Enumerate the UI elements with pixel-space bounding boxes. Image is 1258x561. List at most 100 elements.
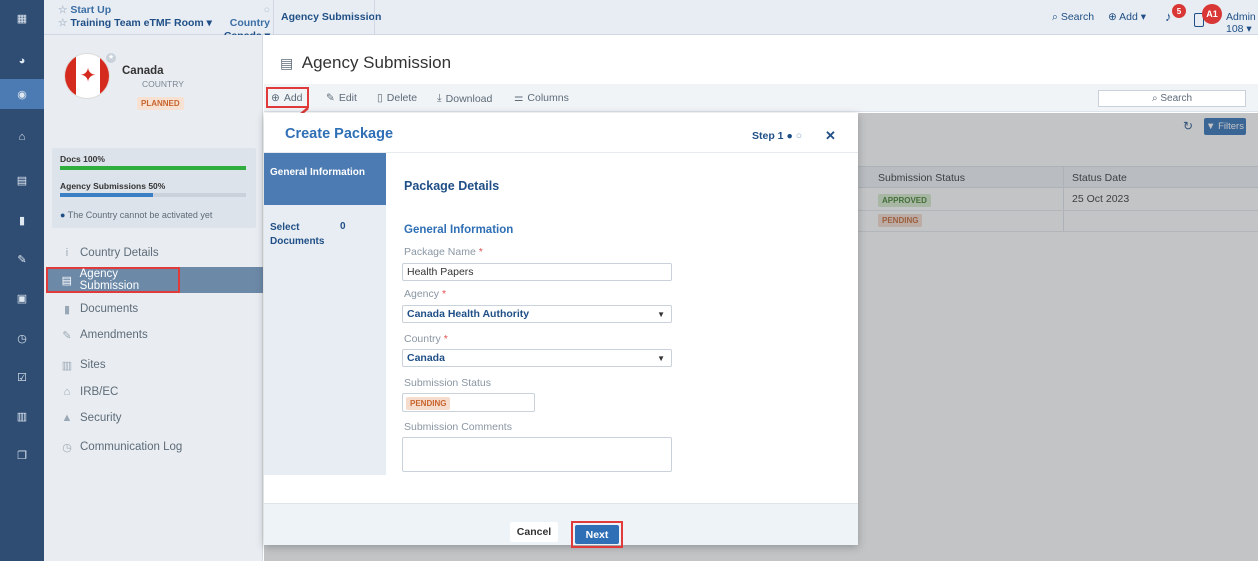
country-type: COUNTRY xyxy=(142,79,184,89)
breadcrumb-country-category: Country xyxy=(229,17,270,29)
submission-comments-textarea[interactable] xyxy=(402,437,672,472)
search-icon: ⌕ xyxy=(1052,11,1058,23)
columns-button[interactable]: ⚌ Columns xyxy=(514,92,569,104)
file-icon: ▮ xyxy=(63,303,71,316)
agency-progress-fill xyxy=(60,193,153,197)
document-icon[interactable]: ▮ xyxy=(0,205,44,235)
required-mark: * xyxy=(441,288,447,300)
submission-status-label: Submission Status xyxy=(404,377,491,389)
country-select-value: Canada xyxy=(407,352,445,364)
sidebar-item-label: Amendments xyxy=(80,329,148,341)
lock-icon: ▲ xyxy=(61,412,73,424)
star-icon[interactable]: ★ xyxy=(106,53,116,63)
step-indicator: Step 1 ● ○ xyxy=(752,130,802,142)
breadcrumb-study-name: Training Team eTMF Room ▾ xyxy=(70,17,212,29)
page-title-text: Agency Submission xyxy=(301,53,452,72)
edit-button[interactable]: ✎ Edit xyxy=(326,92,357,104)
top-bar: ☆ Start Up ☆ Training Team eTMF Room ▾ ○… xyxy=(44,0,1258,42)
columns-button-label: Columns xyxy=(527,92,569,104)
breadcrumb-current[interactable]: Agency Submission xyxy=(281,11,381,24)
sidebar-item-country-details[interactable]: i Country Details xyxy=(44,240,263,266)
docs-progress-label: Docs 100% xyxy=(60,154,105,164)
breadcrumb-study-category: Start Up xyxy=(70,4,112,16)
clock-icon: ◷ xyxy=(62,441,72,454)
activation-notice-text: The Country cannot be activated yet xyxy=(67,210,213,220)
sidebar-item-irb-ec[interactable]: ⌂ IRB/EC xyxy=(44,379,263,405)
dashboard-icon[interactable]: ◕ xyxy=(0,46,44,76)
globe-icon: ○ xyxy=(263,4,270,16)
package-name-input[interactable]: Health Papers xyxy=(402,263,672,281)
avatar[interactable]: A1 xyxy=(1202,4,1222,24)
sidebar-item-amendments[interactable]: ✎ Amendments xyxy=(44,322,263,348)
docs-progress-fill xyxy=(60,166,246,170)
step-dot-inactive-icon: ○ xyxy=(795,130,803,142)
required-mark: * xyxy=(478,246,483,258)
close-icon[interactable]: ✕ xyxy=(825,128,836,144)
next-highlight-box: Next xyxy=(571,521,623,548)
sidebar-item-label: Security xyxy=(80,412,122,424)
bell-icon[interactable]: ♪ xyxy=(1165,9,1172,24)
cancel-button[interactable]: Cancel xyxy=(510,522,558,542)
canada-flag-image: ✦ xyxy=(64,53,110,99)
sidebar-item-label: Sites xyxy=(80,359,106,371)
package-name-label-text: Package Name xyxy=(404,246,476,258)
sidebar-item-security[interactable]: ▲ Security xyxy=(44,405,263,431)
download-button[interactable]: ⤓ Download xyxy=(437,92,492,105)
country-label-text: Country xyxy=(404,333,441,345)
sidebar-item-sites[interactable]: ▥ Sites xyxy=(44,352,263,378)
edit-button-label: Edit xyxy=(338,92,357,104)
breadcrumb-study[interactable]: ☆ Start Up ☆ Training Team eTMF Room ▾ xyxy=(58,4,212,30)
star-icon: ☆ xyxy=(58,4,68,16)
edit-icon[interactable]: ✎ xyxy=(0,244,44,274)
delete-button[interactable]: ▯ Delete xyxy=(377,92,417,104)
global-add-menu[interactable]: ⊕ Add ▾ xyxy=(1108,11,1146,23)
clipboard-icon[interactable]: ▤ xyxy=(0,165,44,195)
table-search-input[interactable]: ⌕ Search xyxy=(1098,90,1246,107)
country-side-panel: ✦ ★ Canada COUNTRY PLANNED Docs 100% Age… xyxy=(44,35,263,561)
country-label: Country * xyxy=(404,333,448,345)
user-menu[interactable]: Admin 108 ▾ xyxy=(1226,11,1258,35)
subsection-title: General Information xyxy=(404,224,514,236)
section-title: Package Details xyxy=(404,179,500,193)
download-button-label: Download xyxy=(445,92,493,105)
checkbox-icon[interactable]: ☑ xyxy=(0,362,44,392)
caret-down-icon: ▼ xyxy=(657,309,665,319)
agency-label-text: Agency xyxy=(404,288,440,300)
wizard-step-count: 0 xyxy=(340,221,346,232)
search-icon: ⌕ xyxy=(1151,93,1158,104)
plus-circle-icon: ⊕ xyxy=(1108,11,1117,23)
sidebar-item-documents[interactable]: ▮ Documents xyxy=(44,296,263,322)
info-icon: i xyxy=(65,247,69,259)
sidebar-active-row-fill xyxy=(180,267,263,293)
wizard-step-select-documents[interactable]: Select Documents xyxy=(270,221,330,249)
global-search-label: Search xyxy=(1060,11,1095,23)
globe-icon[interactable]: ◉ xyxy=(0,79,44,109)
docs-progress-track xyxy=(60,166,246,170)
info-circle-icon: ● xyxy=(60,210,66,220)
copy-icon[interactable]: ❐ xyxy=(0,440,44,470)
country-status-badge: PLANNED xyxy=(137,97,184,110)
app-rail: ▦ ◕ ◉ ⌂ ▤ ▮ ✎ ▣ ◷ ☑ ▥ ❐ xyxy=(0,0,44,561)
submission-status-field: PENDING xyxy=(402,393,535,412)
wizard-step-general-information[interactable]: General Information xyxy=(264,153,386,205)
id-card-icon[interactable]: ▣ xyxy=(0,283,44,313)
country-select[interactable]: Canada ▼ xyxy=(402,349,672,367)
global-add-label: Add ▾ xyxy=(1119,11,1147,23)
modal-title: Create Package xyxy=(285,126,394,142)
clock-icon[interactable]: ◷ xyxy=(0,323,44,353)
bank-icon[interactable]: ⌂ xyxy=(0,122,44,152)
sidebar-item-communication-log[interactable]: ◷ Communication Log xyxy=(44,434,263,460)
wizard-step-label: General Information xyxy=(270,167,366,178)
next-button[interactable]: Next xyxy=(575,525,619,544)
caret-down-icon: ▼ xyxy=(657,353,665,363)
notification-badge: 5 xyxy=(1172,4,1186,18)
package-name-label: Package Name * xyxy=(404,246,483,258)
agency-select[interactable]: Canada Health Authority ▼ xyxy=(402,305,672,323)
trash-icon: ▯ xyxy=(377,92,383,104)
edit-icon: ✎ xyxy=(62,329,72,342)
apps-grid-icon[interactable]: ▦ xyxy=(0,3,44,33)
global-search[interactable]: ⌕ Search xyxy=(1052,11,1094,24)
report-icon[interactable]: ▥ xyxy=(0,401,44,431)
sidebar-item-agency-submission[interactable]: ▤ Agency Submission xyxy=(46,267,180,293)
download-icon: ⤓ xyxy=(437,92,442,104)
